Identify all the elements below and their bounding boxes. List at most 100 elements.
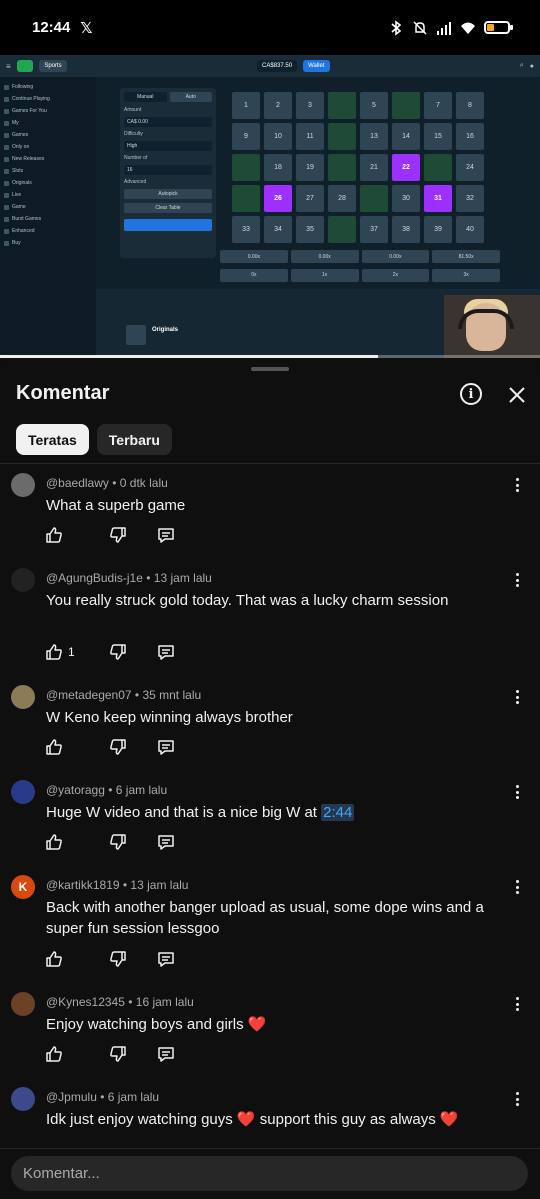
video-player[interactable]: ≡ Sports CA$837.50 Wallet ⌕ ● Following C… bbox=[0, 55, 540, 358]
timestamp-link[interactable]: 2:44 bbox=[321, 804, 355, 821]
reply-icon[interactable] bbox=[156, 642, 176, 662]
game-sidebar-item: Continue Playing bbox=[4, 93, 92, 105]
keno-cell-gem bbox=[424, 154, 452, 181]
keno-cell: 40 bbox=[456, 216, 484, 243]
balance-display: CA$837.50 bbox=[257, 60, 298, 72]
sidebar-item-icon bbox=[4, 96, 9, 102]
reply-icon[interactable] bbox=[156, 1044, 176, 1064]
payout-cell: 3x bbox=[432, 268, 500, 282]
risk-field: High bbox=[124, 141, 212, 151]
comment-separator: • bbox=[131, 688, 143, 702]
dislike-icon[interactable] bbox=[108, 1044, 128, 1064]
comment-author[interactable]: @baedlawy bbox=[46, 476, 109, 490]
like-icon[interactable] bbox=[44, 642, 64, 662]
comment-body: W Keno keep winning always brother bbox=[46, 709, 293, 726]
game-sidebar-label: Following bbox=[12, 84, 34, 90]
sidebar-item-icon bbox=[4, 168, 9, 174]
comment-header: @baedlawy • 0 dtk lalu bbox=[46, 476, 168, 490]
comment-author[interactable]: @AgungBudis-j1e bbox=[46, 571, 143, 585]
keno-cell: 13 bbox=[360, 123, 388, 150]
game-sidebar-item: Games For You bbox=[4, 105, 92, 117]
more-options-icon[interactable] bbox=[511, 784, 523, 800]
user-icon: ● bbox=[529, 62, 535, 70]
dislike-icon[interactable] bbox=[108, 949, 128, 969]
sidebar-item-icon bbox=[4, 192, 9, 198]
game-sidebar-label: Games For You bbox=[12, 108, 47, 114]
payout-cell: 0x bbox=[220, 268, 288, 282]
keno-cell-selected: 31 bbox=[424, 185, 452, 212]
game-sidebar-label: Burst Games bbox=[12, 216, 42, 222]
game-sidebar-label: My bbox=[12, 120, 19, 126]
avatar[interactable] bbox=[11, 1087, 35, 1111]
drag-handle[interactable] bbox=[251, 367, 289, 371]
like-icon[interactable] bbox=[44, 525, 64, 545]
avatar[interactable] bbox=[11, 473, 35, 497]
game-title: Originals bbox=[152, 327, 179, 333]
wifi-icon bbox=[461, 22, 475, 34]
bluetooth-icon bbox=[391, 19, 402, 36]
avatar[interactable]: K bbox=[11, 875, 35, 899]
keno-cell: 7 bbox=[424, 92, 452, 119]
more-options-icon[interactable] bbox=[511, 1091, 523, 1107]
comment-separator: • bbox=[124, 995, 136, 1009]
avatar[interactable] bbox=[11, 780, 35, 804]
chip-newest[interactable]: Terbaru bbox=[96, 424, 172, 455]
like-icon[interactable] bbox=[44, 1044, 64, 1064]
divider bbox=[0, 463, 540, 464]
more-options-icon[interactable] bbox=[511, 879, 523, 895]
more-options-icon[interactable] bbox=[511, 996, 523, 1012]
reply-icon[interactable] bbox=[156, 737, 176, 757]
dislike-icon[interactable] bbox=[108, 832, 128, 852]
comment-author[interactable]: @kartikk1819 bbox=[46, 878, 120, 892]
comment-time: 6 jam lalu bbox=[115, 783, 168, 797]
game-sidebar-label: Enhanced bbox=[12, 228, 35, 234]
keno-cell-gem bbox=[392, 92, 420, 119]
reply-icon[interactable] bbox=[156, 832, 176, 852]
chip-top[interactable]: Teratas bbox=[16, 424, 89, 455]
like-icon[interactable] bbox=[44, 949, 64, 969]
more-options-icon[interactable] bbox=[511, 572, 523, 588]
game-sidebar-label: Live bbox=[12, 192, 22, 198]
more-options-icon[interactable] bbox=[511, 477, 523, 493]
reply-icon[interactable] bbox=[156, 525, 176, 545]
game-sidebar-label: Only on bbox=[12, 144, 30, 150]
game-sidebar-label: Slots bbox=[12, 168, 24, 174]
comment-time: 35 mnt lalu bbox=[142, 688, 202, 702]
game-sidebar-item: My bbox=[4, 117, 92, 129]
sidebar-item-icon bbox=[4, 132, 9, 138]
keno-cell: 32 bbox=[456, 185, 484, 212]
comment-input[interactable] bbox=[11, 1156, 528, 1191]
game-sidebar-item: Originals bbox=[4, 177, 92, 189]
dislike-icon[interactable] bbox=[108, 737, 128, 757]
game-sidebar-item: New Releases bbox=[4, 153, 92, 165]
sheet-title: Komentar bbox=[16, 382, 110, 404]
comments-list: @baedlawy • 0 dtk lalu What a superb game… bbox=[0, 465, 540, 1196]
amount-label: Amount bbox=[124, 107, 142, 113]
comment-time: 16 jam lalu bbox=[135, 995, 194, 1009]
comment-body: You really struck gold today. That was a… bbox=[46, 592, 449, 609]
info-icon[interactable]: i bbox=[460, 383, 482, 405]
comment-body: What a superb game bbox=[46, 497, 186, 514]
comment-author[interactable]: @Jpmulu bbox=[46, 1090, 97, 1104]
comment-author[interactable]: @Kynes12345 bbox=[46, 995, 125, 1009]
more-options-icon[interactable] bbox=[511, 689, 523, 705]
comment-author[interactable]: @metadegen07 bbox=[46, 688, 132, 702]
dislike-icon[interactable] bbox=[108, 642, 128, 662]
keno-cell-gem bbox=[328, 216, 356, 243]
reply-icon[interactable] bbox=[156, 949, 176, 969]
like-icon[interactable] bbox=[44, 737, 64, 757]
comment-author[interactable]: @yatoragg bbox=[46, 783, 105, 797]
avatar[interactable] bbox=[11, 992, 35, 1016]
avatar[interactable] bbox=[11, 568, 35, 592]
like-icon[interactable] bbox=[44, 832, 64, 852]
close-icon[interactable] bbox=[504, 382, 530, 408]
dislike-icon[interactable] bbox=[108, 525, 128, 545]
autopick-button: Autopick bbox=[124, 189, 212, 199]
comment-text: Huge W video and that is a nice big W at… bbox=[46, 802, 496, 823]
keno-cell: 24 bbox=[456, 154, 484, 181]
keno-cell: 37 bbox=[360, 216, 388, 243]
avatar[interactable] bbox=[11, 685, 35, 709]
comment-text: You really struck gold today. That was a… bbox=[46, 590, 496, 611]
comment-text: Idk just enjoy watching guys ❤️ support … bbox=[46, 1109, 496, 1130]
comment-bar bbox=[0, 1148, 540, 1199]
